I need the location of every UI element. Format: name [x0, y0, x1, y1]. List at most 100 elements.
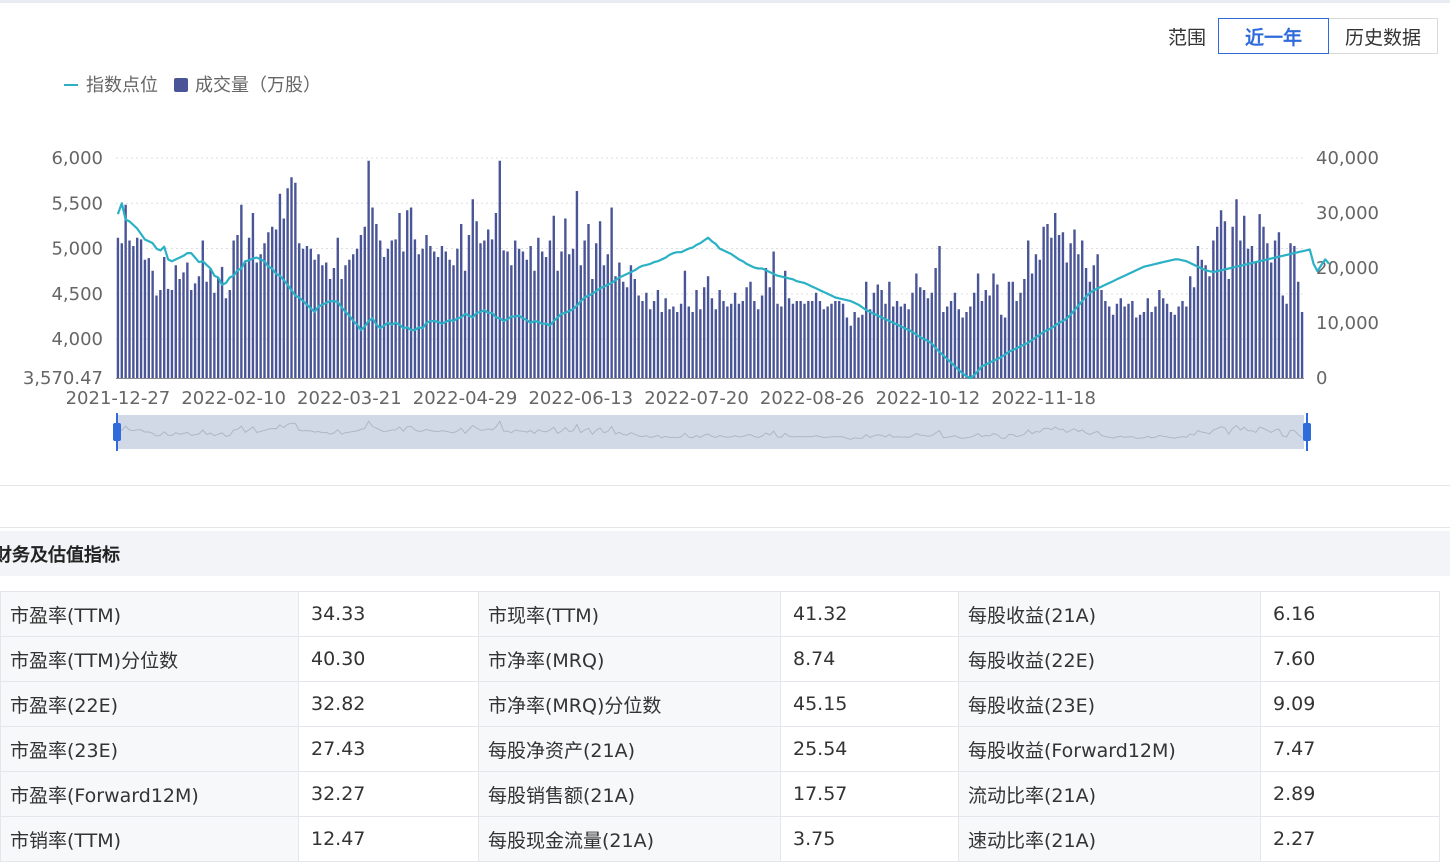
volume-bar	[529, 246, 532, 378]
volume-bar	[853, 312, 856, 378]
volume-bar	[641, 301, 644, 378]
volume-bar	[737, 303, 741, 378]
volume-bar	[413, 239, 417, 378]
volume-bar	[679, 303, 683, 378]
x-tick-label: 2022-07-20	[644, 388, 749, 409]
volume-bar	[421, 248, 424, 378]
volume-bar	[487, 229, 490, 378]
volume-bar	[880, 290, 883, 378]
volume-bar	[861, 314, 864, 378]
volume-bar	[969, 306, 972, 378]
metric-value: 27.43	[298, 726, 479, 772]
volume-bar	[652, 301, 656, 378]
y-right-tick-label: 0	[1316, 368, 1327, 389]
volume-bar	[1065, 262, 1068, 378]
volume-bar	[471, 199, 474, 378]
volume-bar	[845, 317, 849, 378]
volume-bar	[568, 254, 571, 378]
volume-bar	[733, 292, 737, 378]
volume-bar	[876, 284, 879, 378]
volume-bar	[595, 243, 598, 378]
volume-bar	[116, 237, 120, 378]
volume-bar	[1169, 312, 1173, 378]
volume-bar	[336, 237, 339, 378]
range-selector: 范围 近一年 历史数据	[1168, 18, 1438, 54]
volume-bar	[687, 306, 690, 378]
volume-bar	[942, 312, 945, 378]
volume-bar	[1270, 262, 1273, 378]
volume-bar	[625, 287, 629, 378]
volume-bar	[1297, 281, 1300, 378]
volume-bar	[186, 262, 189, 378]
volume-bar	[826, 306, 829, 378]
volume-bar	[460, 224, 463, 378]
volume-bar	[768, 287, 771, 378]
volume-bar	[930, 292, 933, 378]
volume-bar	[745, 287, 748, 378]
volume-bar	[244, 262, 247, 378]
metric-label: 市销率(TTM)	[0, 816, 299, 862]
volume-bar	[1104, 301, 1107, 378]
volume-bar	[332, 268, 336, 378]
range-option-one-year[interactable]: 近一年	[1218, 18, 1329, 54]
volume-bar	[564, 218, 567, 378]
volume-bar	[425, 235, 428, 378]
volume-bar	[510, 265, 513, 378]
volume-bar	[668, 309, 671, 378]
volume-bar	[575, 191, 579, 378]
zoom-handle-left-grip	[113, 423, 121, 441]
volume-bar	[1019, 292, 1022, 378]
metrics-table: 市盈率(TTM) 34.33 市现率(TTM) 41.32 每股收益(21A) 6.16 市…	[0, 591, 1440, 862]
volume-bar	[325, 262, 328, 378]
volume-bar	[814, 292, 818, 378]
volume-bar	[359, 235, 363, 378]
volume-bar	[1057, 235, 1061, 378]
volume-bar	[494, 213, 498, 378]
volume-bar	[741, 301, 744, 378]
volume-bar	[1142, 312, 1146, 378]
volume-bar	[760, 295, 764, 378]
volume-bar	[197, 276, 201, 378]
volume-bar	[1138, 314, 1142, 378]
range-option-history[interactable]: 历史数据	[1329, 18, 1438, 54]
metric-label: 每股收益(Forward12M)	[958, 726, 1261, 772]
volume-bar	[872, 292, 876, 378]
volume-bar	[1092, 265, 1095, 378]
volume-bar	[1266, 243, 1269, 378]
zoom-slider-track	[116, 415, 1304, 449]
metric-value: 25.54	[780, 726, 959, 772]
section-header: 财务及估值指标	[0, 531, 1450, 576]
volume-bar	[1212, 240, 1215, 378]
volume-bar	[973, 292, 976, 378]
volume-bar	[649, 309, 652, 378]
volume-bar	[672, 306, 675, 378]
metric-value: 2.27	[1260, 816, 1440, 862]
volume-bar	[757, 309, 760, 378]
volume-bar	[922, 290, 926, 378]
volume-bar	[1108, 306, 1111, 378]
volume-bar	[888, 281, 891, 378]
volume-bar	[155, 295, 158, 378]
volume-bar	[490, 239, 494, 378]
volume-bar	[1150, 312, 1153, 378]
volume-bar	[294, 182, 297, 378]
volume-bar	[784, 270, 787, 378]
volume-bar	[1042, 226, 1045, 378]
volume-bar	[1165, 303, 1169, 378]
metric-label: 每股收益(22E)	[958, 636, 1261, 682]
volume-bar	[1250, 246, 1254, 378]
volume-bar	[1127, 303, 1130, 378]
volume-bar	[764, 268, 768, 378]
volume-bar	[344, 265, 347, 378]
volume-bar	[367, 160, 370, 378]
volume-bar	[390, 240, 393, 378]
volume-bar	[1216, 226, 1219, 378]
volume-bar	[976, 273, 980, 378]
volume-bar	[498, 160, 501, 378]
volume-bar	[1077, 254, 1080, 378]
volume-bar	[1073, 229, 1076, 378]
volume-bar	[274, 229, 278, 378]
volume-bar	[217, 277, 220, 378]
volume-bar	[328, 279, 332, 378]
volume-bar	[946, 306, 949, 378]
